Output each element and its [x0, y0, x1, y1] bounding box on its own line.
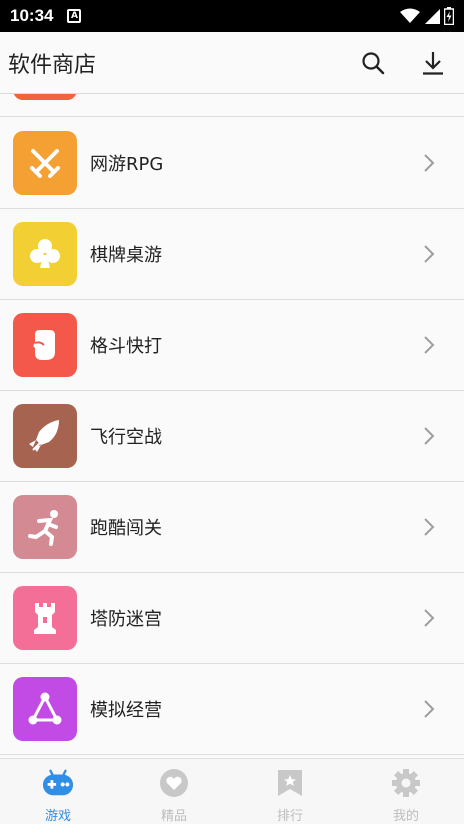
tab-featured[interactable]: 精品 — [116, 759, 232, 824]
fist-icon — [33, 330, 55, 360]
tab-icon — [390, 767, 422, 799]
list-item[interactable]: 塔防迷宫 — [0, 573, 464, 664]
tab-mine[interactable]: 我的 — [348, 759, 464, 824]
download-icon — [423, 52, 443, 75]
category-icon — [13, 677, 77, 741]
status-time: 10:34 — [10, 6, 54, 25]
list-item[interactable]: 模拟经营 — [0, 664, 464, 755]
category-icon — [13, 495, 77, 559]
crossed-swords-icon — [30, 149, 60, 178]
ranking-bookmark-icon — [278, 770, 302, 796]
list-item-label: 塔防迷宫 — [90, 609, 162, 630]
triangle-network-icon — [28, 692, 62, 725]
tab-label: 精品 — [160, 809, 187, 824]
tab-icon — [158, 767, 190, 799]
category-icon — [13, 94, 77, 100]
tab-label: 游戏 — [44, 809, 71, 824]
chevron-right-icon — [424, 518, 435, 536]
chevron-right-icon — [424, 427, 435, 445]
app-bar: 软件商店 — [0, 32, 464, 94]
heart-icon — [160, 769, 188, 797]
bottom-tab-bar: 游戏 精品 排行 我的 — [0, 758, 464, 824]
list-item-label: 飞行空战 — [90, 427, 162, 448]
search-button[interactable] — [356, 46, 390, 80]
rocket-icon — [29, 420, 59, 452]
category-icon — [13, 222, 77, 286]
status-icons — [400, 7, 454, 25]
tab-icon — [274, 767, 306, 799]
page-title: 软件商店 — [8, 52, 97, 78]
category-list: 网游RPG 棋牌桌游 格斗快打 飞行空战 跑酷闯关 塔防迷宫 模拟经营 — [0, 94, 464, 758]
gamepad-icon — [42, 769, 74, 796]
chevron-right-icon — [424, 700, 435, 718]
list-item-label: 跑酷闯关 — [90, 518, 162, 539]
download-button[interactable] — [416, 46, 450, 80]
chevron-right-icon — [424, 245, 435, 263]
list-item[interactable]: 棋牌桌游 — [0, 209, 464, 300]
list-item-label: 网游RPG — [90, 154, 164, 175]
tab-label: 我的 — [392, 809, 419, 824]
category-icon — [13, 131, 77, 195]
signal-icon — [425, 9, 440, 24]
category-icon — [13, 313, 77, 377]
search-icon — [362, 52, 385, 75]
list-item[interactable]: 跑酷闯关 — [0, 482, 464, 573]
category-icon — [13, 404, 77, 468]
category-icon — [13, 586, 77, 650]
list-item-label: 棋牌桌游 — [90, 245, 162, 266]
chevron-right-icon — [424, 336, 435, 354]
status-bar: 10:34 A — [0, 0, 464, 32]
list-item[interactable]: 网游RPG — [0, 118, 464, 209]
club-icon — [30, 239, 60, 268]
app-bar-actions — [356, 32, 450, 94]
notification-a-icon: A — [67, 9, 82, 23]
gear-icon — [392, 769, 420, 797]
tab-ranking[interactable]: 排行 — [232, 759, 348, 824]
tab-games[interactable]: 游戏 — [0, 759, 116, 824]
list-item[interactable]: 格斗快打 — [0, 300, 464, 391]
wifi-icon — [400, 8, 420, 23]
tab-label: 排行 — [276, 809, 303, 824]
tower-icon — [34, 603, 56, 634]
battery-icon — [444, 7, 454, 25]
runner-icon — [28, 510, 58, 546]
list-item[interactable]: 飞行空战 — [0, 391, 464, 482]
tab-icon — [42, 767, 74, 799]
list-item-label: 格斗快打 — [90, 336, 162, 357]
chevron-right-icon — [424, 609, 435, 627]
list-item-label: 模拟经营 — [90, 700, 162, 721]
chevron-right-icon — [424, 154, 435, 172]
list-item-partial[interactable] — [0, 94, 464, 117]
